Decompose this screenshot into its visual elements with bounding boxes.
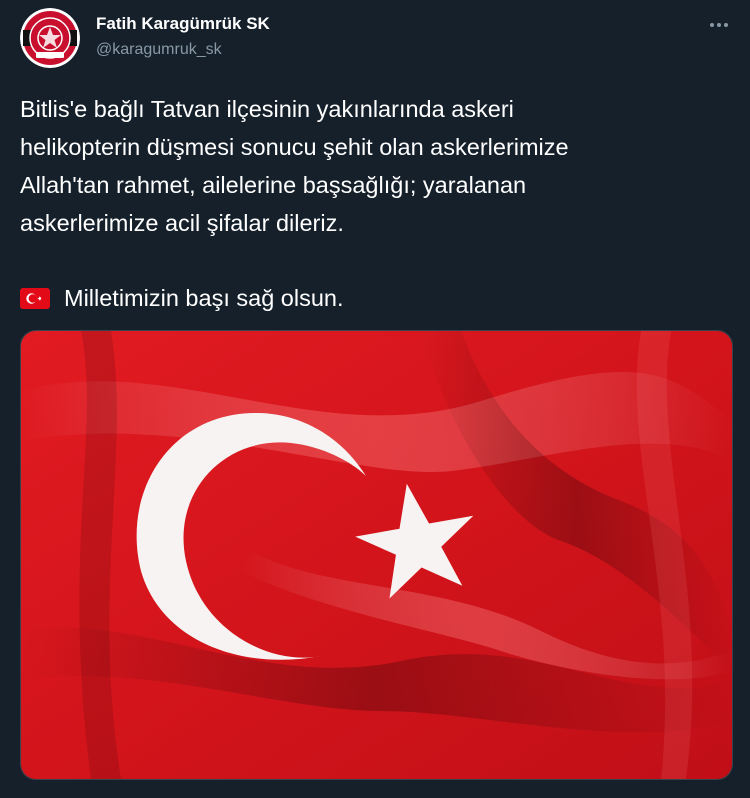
club-crest-icon	[20, 8, 80, 68]
author-display-name[interactable]: Fatih Karagümrük SK	[96, 14, 270, 34]
tweet-card: Fatih Karagümrük SK @karagumruk_sk Bitli…	[0, 0, 750, 798]
tweet-line: askerlerimize acil şifalar dileriz.	[20, 210, 344, 236]
tweet-body: Bitlis'e bağlı Tatvan ilçesinin yakınlar…	[20, 90, 730, 242]
turkish-flag-photo	[21, 331, 732, 779]
tweet-line: helikopterin düşmesi sonucu şehit olan a…	[20, 134, 569, 160]
tweet-closing-line: Milletimizin başı sağ olsun.	[20, 279, 344, 317]
turkey-flag-emoji-icon	[20, 287, 50, 309]
tweet-line: Allah'tan rahmet, ailelerine başsağlığı;…	[20, 172, 527, 198]
author-avatar[interactable]	[20, 8, 80, 68]
closing-text: Milletimizin başı sağ olsun.	[64, 285, 344, 311]
tweet-media-image[interactable]	[20, 330, 733, 780]
tweet-line: Bitlis'e bağlı Tatvan ilçesinin yakınlar…	[20, 96, 514, 122]
author-handle[interactable]: @karagumruk_sk	[96, 41, 222, 59]
more-horizontal-icon[interactable]	[708, 14, 730, 36]
